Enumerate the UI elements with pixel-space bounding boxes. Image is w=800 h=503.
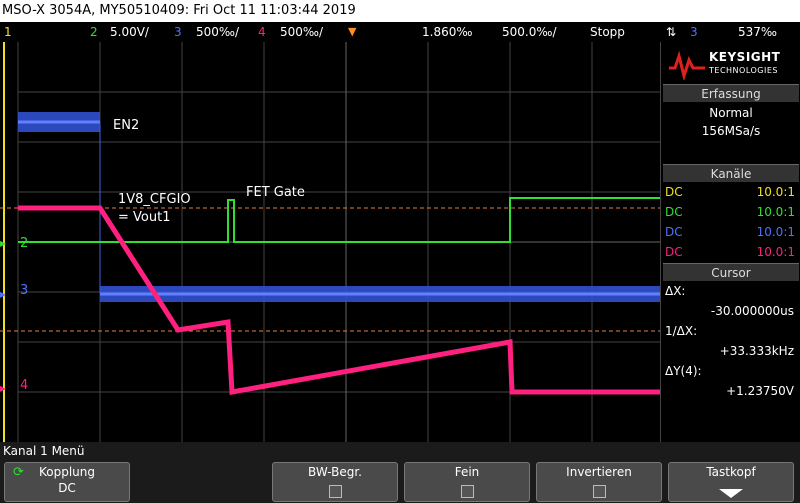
channel-row-4[interactable]: DC 10.0:1 xyxy=(665,242,795,262)
cursor-dy-value: +1.23750V xyxy=(726,384,794,398)
ch3-indicator[interactable]: 3 xyxy=(174,22,182,42)
channel-coupling: DC xyxy=(665,225,683,239)
ch4-scale: 500‰/ xyxy=(280,25,324,39)
coupling-softkey[interactable]: ⟳ Kopplung DC xyxy=(4,462,130,502)
ch2-scale: 5.00V/ xyxy=(110,25,149,39)
channels-header[interactable]: Kanäle xyxy=(663,164,799,182)
channel-row-3[interactable]: DC 10.0:1 xyxy=(665,222,795,242)
annotation-1v8-cfgio: 1V8_CFGIO xyxy=(118,192,191,207)
ch4-marker-label: 4 xyxy=(20,378,29,393)
ch1-indicator[interactable]: 1 xyxy=(4,22,12,42)
submenu-arrow-icon xyxy=(719,489,743,498)
probe-label: Tastkopf xyxy=(706,465,756,479)
run-state: Stopp xyxy=(590,25,625,39)
coupling-value: DC xyxy=(58,481,76,495)
status-bar: 1 2 5.00V/ 3 500‰/ 4 500‰/ ▼ 1.860‰ 500.… xyxy=(0,22,800,42)
probe-softkey[interactable]: Tastkopf xyxy=(668,462,794,502)
rotary-knob-icon: ⟳ xyxy=(13,465,24,480)
ch2-ground-marker: ▸ xyxy=(0,236,6,250)
annotation-vout1: = Vout1 xyxy=(118,210,171,225)
bw-limit-softkey[interactable]: BW-Begr. xyxy=(272,462,398,502)
ch3-ground-marker: ▸ xyxy=(0,287,6,301)
invert-checkbox[interactable] xyxy=(593,485,606,498)
acquisition-header[interactable]: Erfassung xyxy=(663,84,799,102)
ch2-indicator[interactable]: 2 xyxy=(90,22,98,42)
fine-label: Fein xyxy=(454,465,480,479)
keysight-logo: KEYSIGHT TECHNOLOGIES xyxy=(661,42,800,86)
softkey-menu: Kanal 1 Menü ⟳ Kopplung DC BW-Begr. Fein… xyxy=(0,442,800,503)
bw-limit-checkbox[interactable] xyxy=(329,485,342,498)
invert-softkey[interactable]: Invertieren xyxy=(536,462,662,502)
keysight-wave-icon xyxy=(669,50,705,80)
channel-row-1[interactable]: DC 10.0:1 xyxy=(665,182,795,202)
cursor-dx-label: ΔX: xyxy=(665,284,686,298)
cursor-inv-label: 1/ΔX: xyxy=(665,324,698,338)
annotation-en2: EN2 xyxy=(113,118,140,133)
trigger-level: 537‰ xyxy=(738,25,778,39)
waveform-graticule: ▸ ▸ ▸ xyxy=(0,42,660,442)
trigger-position-marker: ▼ xyxy=(348,25,357,38)
fine-softkey[interactable]: Fein xyxy=(404,462,530,502)
trigger-source: 3 xyxy=(690,25,698,39)
annotation-fet-gate: FET Gate xyxy=(246,185,305,200)
channel-probe: 10.0:1 xyxy=(756,205,795,219)
cursor-header[interactable]: Cursor xyxy=(663,263,799,281)
time-scale: 500.0‰/ xyxy=(502,25,557,39)
brand-subtitle: TECHNOLOGIES xyxy=(709,66,778,75)
window-title: MSO-X 3054A, MY50510409: Fri Oct 11 11:0… xyxy=(0,0,800,22)
invert-label: Invertieren xyxy=(566,465,632,479)
menu-title: Kanal 1 Menü xyxy=(3,444,85,458)
channel-probe: 10.0:1 xyxy=(756,225,795,239)
ch3-scale: 500‰/ xyxy=(196,25,240,39)
ch3-marker-label: 3 xyxy=(20,283,29,298)
fine-checkbox[interactable] xyxy=(461,485,474,498)
cursor-dx-value: -30.000000us xyxy=(710,304,794,318)
acquisition-mode: Normal xyxy=(709,106,753,120)
channel-coupling: DC xyxy=(665,245,683,259)
channel-coupling: DC xyxy=(665,185,683,199)
ch2-trace xyxy=(18,197,660,243)
ch4-indicator[interactable]: 4 xyxy=(258,22,266,42)
info-panel: KEYSIGHT TECHNOLOGIES Erfassung Normal 1… xyxy=(660,42,800,442)
channel-probe: 10.0:1 xyxy=(756,185,795,199)
brand-name: KEYSIGHT xyxy=(709,50,781,64)
channel-coupling: DC xyxy=(665,205,683,219)
cursor-inv-value: +33.333kHz xyxy=(719,344,794,358)
ch4-ground-marker: ▸ xyxy=(0,381,6,395)
time-position: 1.860‰ xyxy=(422,25,473,39)
channel-probe: 10.0:1 xyxy=(756,245,795,259)
bw-limit-label: BW-Begr. xyxy=(308,465,362,479)
cursor-dy-label: ΔY(4): xyxy=(665,364,702,378)
trigger-edge-icon: ⇅ xyxy=(666,25,677,39)
sample-rate: 156MSa/s xyxy=(701,124,761,138)
channel-row-2[interactable]: DC 10.0:1 xyxy=(665,202,795,222)
waveform-display[interactable]: ▸ ▸ ▸ EN2 1V8_CFGIO = Vout1 FET Gate 2 3… xyxy=(0,42,660,442)
ch2-marker-label: 2 xyxy=(20,236,29,251)
